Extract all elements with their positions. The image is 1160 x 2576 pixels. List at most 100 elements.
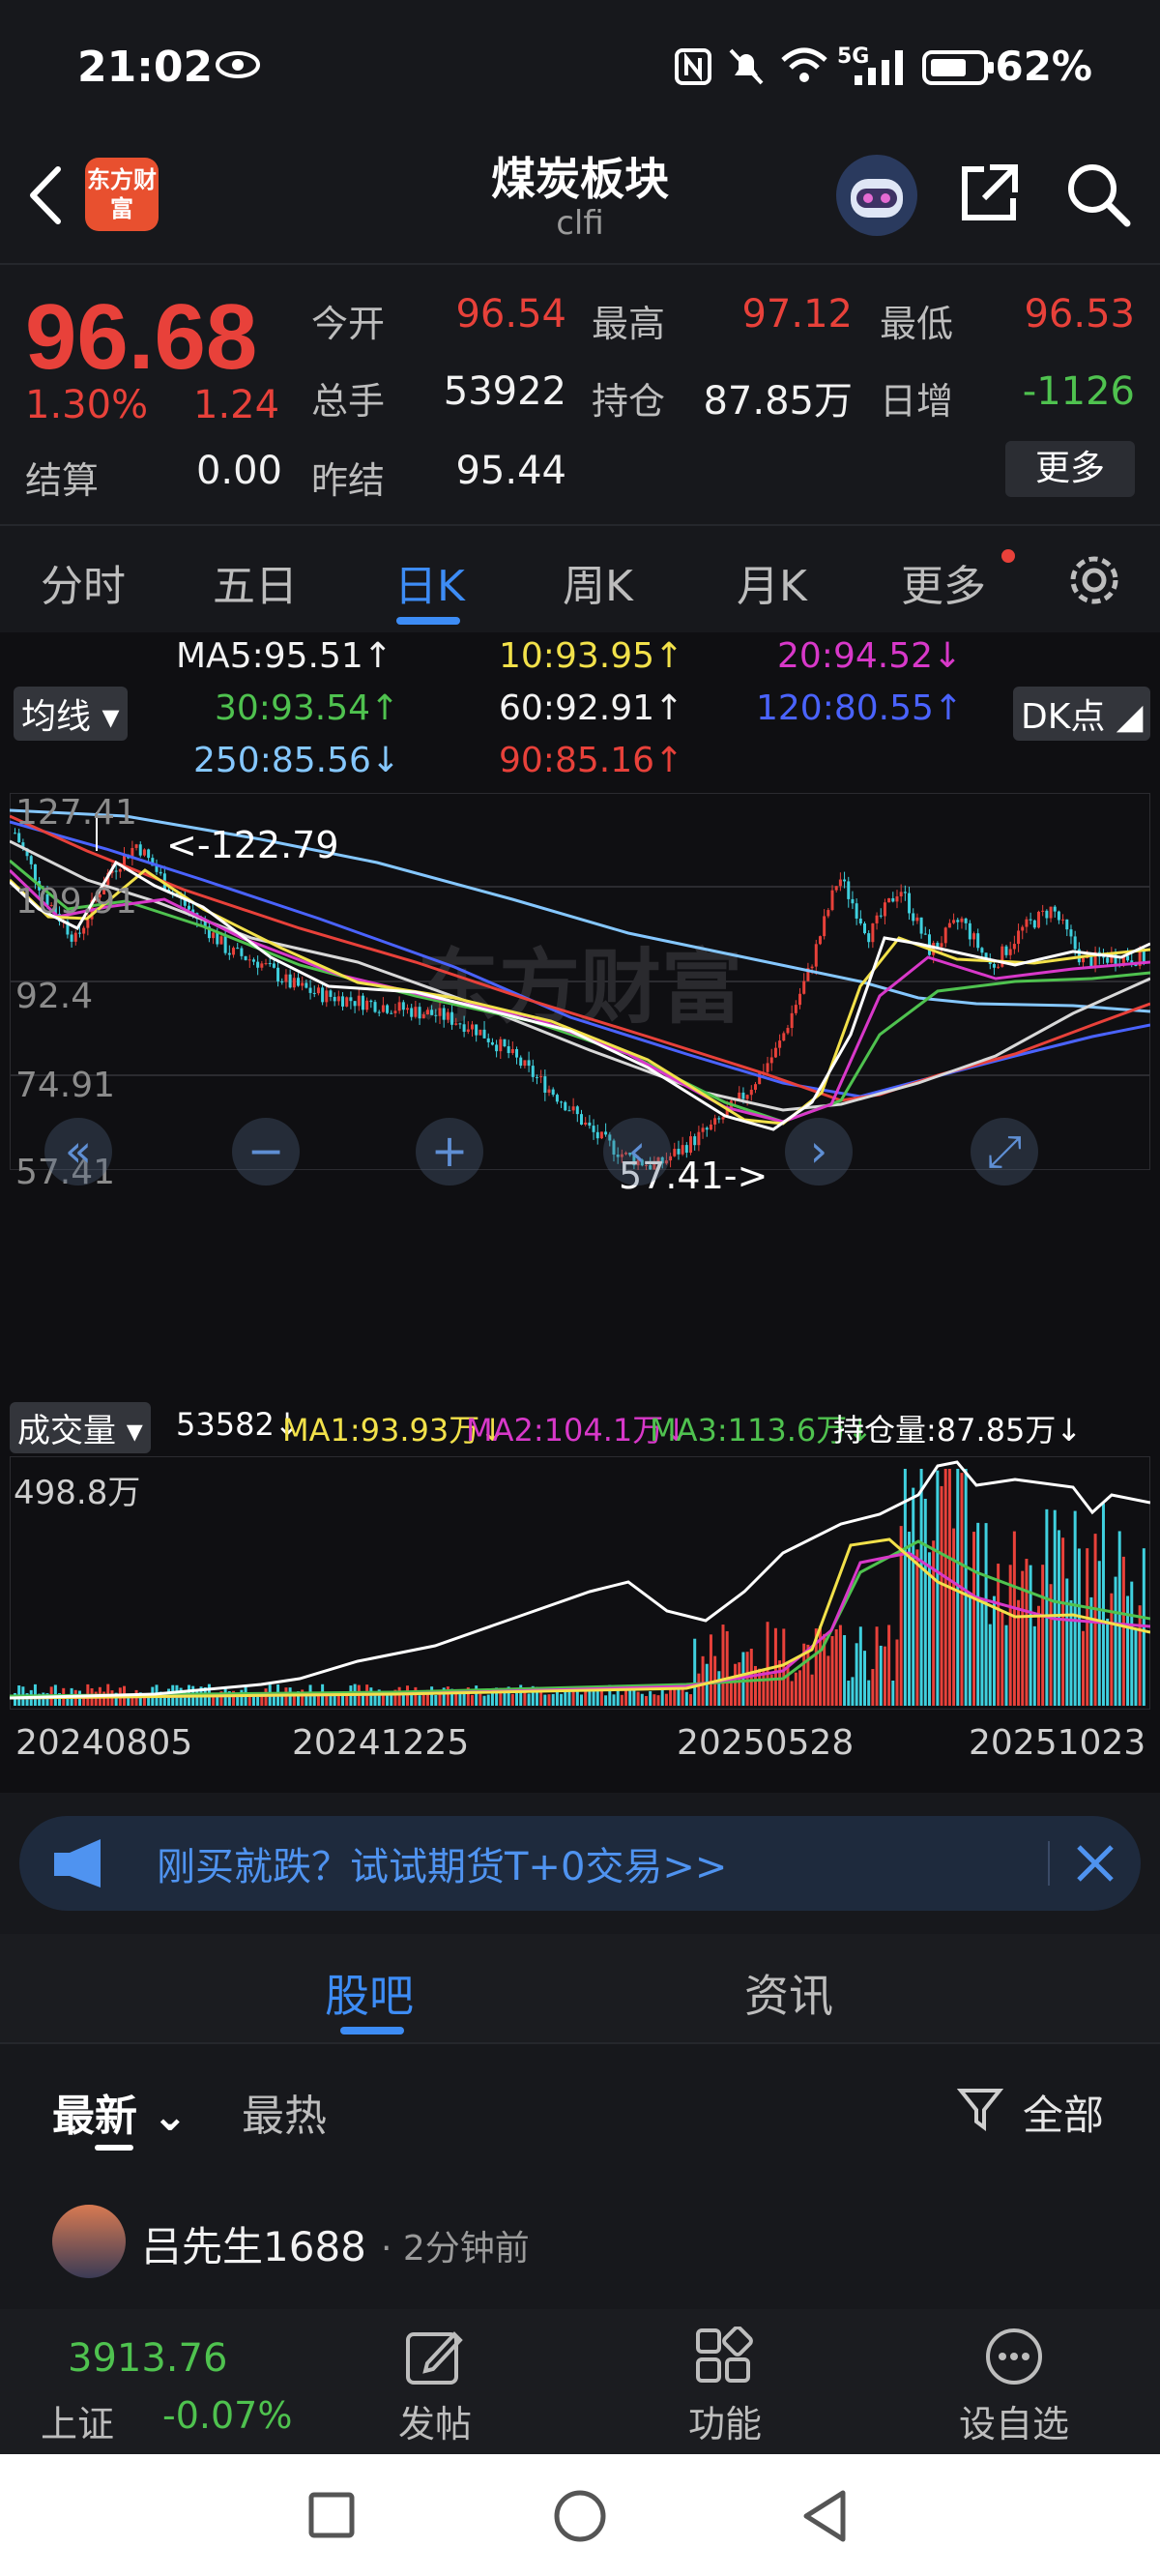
candle-body [826, 910, 830, 917]
status-bar: 21:02 5G 62% [0, 0, 1160, 140]
candle-body [818, 936, 822, 945]
ma-selector[interactable]: 均线 ▾ [14, 687, 128, 741]
volume-bar [369, 1687, 373, 1706]
volume-bar [620, 1694, 624, 1706]
candle-body [847, 881, 851, 899]
candle-body [325, 990, 329, 1003]
back-triangle-icon[interactable] [800, 2489, 849, 2543]
prev-settle-value: 95.44 [455, 449, 566, 493]
avatar[interactable] [52, 2205, 126, 2278]
candle-body [232, 948, 236, 955]
candle-body [386, 1005, 390, 1013]
candle-body [357, 995, 361, 1007]
scroll-left-icon[interactable]: « [44, 1118, 112, 1186]
volume-bar [361, 1695, 364, 1706]
tab-daily-k[interactable]: 日K [394, 551, 465, 613]
step-right-icon[interactable]: › [785, 1118, 853, 1186]
candle-body [1017, 930, 1021, 945]
candle-body [425, 1010, 429, 1015]
candle-body [1029, 919, 1032, 921]
volume-bar [527, 1693, 531, 1706]
function-button[interactable]: 功能 [677, 2319, 773, 2445]
post-item[interactable]: 吕先生1688 · 2分钟前 [0, 2201, 1160, 2307]
promo-banner[interactable]: 刚买就跌？试试期货T+0交易>> [19, 1816, 1141, 1911]
share-icon[interactable] [955, 160, 1023, 227]
candle-body [247, 959, 251, 961]
dk-point-button[interactable]: DK点 ◢ [1013, 687, 1151, 741]
sort-indicator [95, 2145, 133, 2151]
candle-body [976, 933, 980, 949]
close-icon[interactable] [1073, 1841, 1117, 1886]
function-button-label: 功能 [688, 2403, 763, 2445]
candle-body [838, 879, 842, 887]
volume-bar [980, 1601, 984, 1706]
candle-body [73, 932, 77, 942]
kline-chart-area[interactable]: MA5:95.51↑ 10:93.95↑ 20:94.52↓ 30:93.54↑… [0, 632, 1160, 1793]
candle-body [1142, 950, 1146, 963]
post-author[interactable]: 吕先生1688 [141, 2214, 366, 2273]
volume-bar [738, 1662, 741, 1706]
home-circle-icon[interactable] [553, 2489, 607, 2543]
high-label: 最高 [592, 303, 666, 345]
index-ticker[interactable]: 3913.76 上证 -0.07% [0, 2309, 319, 2454]
add-watchlist-button[interactable]: 设自选 [947, 2319, 1083, 2445]
candle-body [1049, 906, 1053, 919]
volume-bar [843, 1635, 847, 1706]
candle-body [798, 993, 802, 1006]
active-tab-indicator [396, 617, 460, 625]
status-time: 21:02 [77, 43, 214, 92]
robot-assistant-icon[interactable] [835, 154, 918, 237]
candle-body [773, 1047, 777, 1058]
more-dot-badge [1001, 549, 1015, 563]
wifi-icon [781, 47, 827, 82]
tab-news[interactable]: 资讯 [744, 1961, 833, 2025]
candle-body [446, 1011, 450, 1020]
tab-five-day[interactable]: 五日 [213, 551, 298, 613]
candle-body [887, 897, 891, 903]
settings-gear-icon[interactable] [1065, 551, 1123, 609]
y-label-2: 109.91 [15, 882, 137, 922]
tab-minute[interactable]: 分时 [41, 551, 126, 613]
tab-weekly-k[interactable]: 周K [563, 551, 633, 613]
candle-body [908, 893, 912, 914]
candle-body [515, 1049, 519, 1058]
tab-more[interactable]: 更多 [901, 551, 986, 613]
signal-icon [855, 50, 903, 85]
post-button[interactable]: 发帖 [387, 2319, 483, 2445]
filter-icon[interactable] [957, 2085, 1005, 2133]
sort-hot[interactable]: 最热 [242, 2081, 327, 2143]
zoom-out-icon[interactable]: − [232, 1118, 300, 1186]
index-change: -0.07% [162, 2394, 293, 2437]
candle-body [766, 1063, 769, 1072]
more-button[interactable]: 更多 [1005, 441, 1135, 497]
position-label: 持仓 [592, 380, 666, 423]
y-label-3: 92.4 [15, 977, 94, 1016]
index-name: 上证 [41, 2403, 115, 2445]
dk-point-label: DK点 [1021, 697, 1106, 737]
filter-all[interactable]: 全部 [1023, 2083, 1104, 2142]
candle-body [138, 844, 142, 856]
grid-icon [696, 2327, 753, 2383]
candle-body [895, 895, 899, 902]
candle-body [709, 1124, 712, 1130]
step-left-icon[interactable]: ‹ [603, 1118, 671, 1186]
tab-guba[interactable]: 股吧 [325, 1961, 414, 2025]
candle-body [595, 1131, 599, 1139]
volume-selector[interactable]: 成交量 ▾ [10, 1402, 151, 1453]
candle-body [738, 1092, 741, 1100]
candle-body [482, 1029, 486, 1039]
eye-icon [216, 51, 260, 78]
change-percent: 1.30% [25, 383, 149, 427]
search-icon[interactable] [1063, 160, 1133, 229]
sort-latest[interactable]: 最新 ⌄ [52, 2081, 188, 2143]
tab-monthly-k[interactable]: 月K [737, 551, 807, 613]
zoom-in-icon[interactable]: + [416, 1118, 483, 1186]
mute-icon [729, 48, 764, 85]
volume-value: 53922 [443, 369, 566, 414]
recents-square-icon[interactable] [307, 2491, 356, 2539]
candle-body [851, 898, 855, 904]
volume-bar [721, 1625, 725, 1706]
volume-bar [644, 1695, 648, 1706]
bottom-nav: 3913.76 上证 -0.07% 发帖 功能 设自选 [0, 2309, 1160, 2454]
fullscreen-icon[interactable]: ⤢ [971, 1118, 1038, 1186]
